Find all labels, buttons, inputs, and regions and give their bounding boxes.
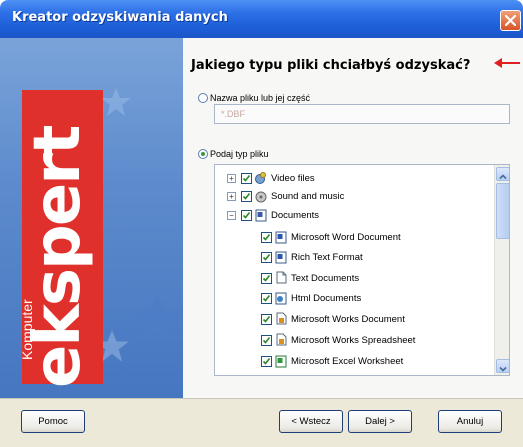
- tree-item-works-document[interactable]: Microsoft Works Document: [215, 310, 493, 328]
- tree-item-video-files[interactable]: + Video files: [215, 169, 493, 187]
- works-sheet-icon: [276, 333, 287, 346]
- works-doc-icon: [276, 312, 287, 325]
- documents-icon: [255, 209, 267, 222]
- tree-item-works-spreadsheet[interactable]: Microsoft Works Spreadsheet: [215, 331, 493, 349]
- checkmark-icon: [262, 358, 271, 365]
- close-icon: [505, 15, 516, 26]
- scroll-up-button[interactable]: [496, 167, 509, 181]
- tree-item-label: Documents: [271, 210, 320, 221]
- rtf-icon: [275, 251, 287, 264]
- expand-icon[interactable]: +: [227, 174, 236, 183]
- tree-item-label: Text Documents: [291, 273, 360, 284]
- file-name-field[interactable]: *.DBF: [214, 104, 510, 124]
- checkbox[interactable]: [261, 232, 272, 243]
- scroll-thumb[interactable]: [496, 183, 509, 239]
- tree-item-text-documents[interactable]: Text Documents: [215, 269, 493, 287]
- checkbox[interactable]: [261, 356, 272, 367]
- brand-logo-text: ekspert: [21, 126, 95, 388]
- tree-item-label: Rich Text Format: [291, 252, 363, 263]
- checkmark-icon: [242, 212, 251, 219]
- checkmark-icon: [242, 193, 251, 200]
- checkmark-icon: [242, 175, 251, 182]
- radio-file-name-label: Nazwa pliku lub jej część: [210, 93, 311, 103]
- html-doc-icon: [275, 292, 287, 305]
- checkmark-icon: [262, 254, 271, 261]
- video-icon: [255, 172, 266, 184]
- scroll-down-button[interactable]: [496, 359, 509, 373]
- tree-scrollbar[interactable]: [494, 165, 509, 375]
- checkbox[interactable]: [261, 273, 272, 284]
- checkbox[interactable]: [241, 210, 252, 221]
- footer-divider: [0, 398, 523, 399]
- chevron-down-icon: [499, 366, 507, 372]
- tree-item-label: Video files: [271, 173, 315, 184]
- help-button[interactable]: Pomoc: [21, 410, 85, 433]
- checkmark-icon: [262, 295, 271, 302]
- expand-icon[interactable]: +: [227, 192, 236, 201]
- red-arrow-icon: [494, 58, 520, 68]
- next-button[interactable]: Dalej >: [348, 410, 412, 433]
- checkbox[interactable]: [241, 191, 252, 202]
- tree-item-label: Microsoft Works Spreadsheet: [291, 335, 416, 346]
- tree-item-label: Microsoft Works Document: [291, 314, 405, 325]
- back-button[interactable]: < Wstecz: [279, 410, 343, 433]
- close-button[interactable]: [500, 10, 521, 31]
- tree-item-rich-text-format[interactable]: Rich Text Format: [215, 248, 493, 266]
- checkbox[interactable]: [241, 173, 252, 184]
- page-heading: Jakiego typu pliki chciałbyś odzyskać?: [191, 58, 471, 73]
- tree-item-excel-worksheet[interactable]: Microsoft Excel Worksheet: [215, 352, 493, 370]
- tree-item-label: Sound and music: [271, 191, 345, 202]
- tree-item-label: Microsoft Excel Worksheet: [291, 356, 404, 367]
- radio-file-type-label: Podaj typ pliku: [210, 149, 269, 159]
- text-doc-icon: [276, 271, 287, 284]
- window-title: Kreator odzyskiwania danych: [12, 10, 228, 25]
- radio-file-type[interactable]: [198, 149, 208, 159]
- star-icon: [101, 88, 131, 116]
- tree-item-label: Html Documents: [291, 293, 362, 304]
- sound-icon: [255, 191, 267, 203]
- checkmark-icon: [262, 316, 271, 323]
- cancel-button[interactable]: Anuluj: [438, 410, 502, 433]
- brand-logo-subtext: Komputer: [19, 299, 35, 360]
- tree-item-sound-and-music[interactable]: + Sound and music: [215, 187, 493, 205]
- checkbox[interactable]: [261, 252, 272, 263]
- tree-item-word-document[interactable]: Microsoft Word Document: [215, 228, 493, 246]
- word-doc-icon: [275, 231, 287, 244]
- radio-file-name[interactable]: [198, 93, 208, 103]
- title-bar[interactable]: Kreator odzyskiwania danych: [0, 0, 523, 38]
- excel-icon: [275, 355, 287, 368]
- checkmark-icon: [262, 234, 271, 241]
- checkmark-icon: [262, 337, 271, 344]
- collapse-icon[interactable]: −: [227, 211, 236, 220]
- recovery-wizard-window: Kreator odzyskiwania danych ekspert Komp…: [0, 0, 523, 447]
- star-icon: [129, 293, 183, 345]
- checkbox[interactable]: [261, 335, 272, 346]
- tree-item-documents[interactable]: − Documents: [215, 206, 493, 224]
- tree-item-html-documents[interactable]: Html Documents: [215, 289, 493, 307]
- checkbox[interactable]: [261, 314, 272, 325]
- tree-item-label: Microsoft Word Document: [291, 232, 401, 243]
- file-type-tree[interactable]: + Video files + Sound and music − Docume…: [214, 164, 510, 376]
- checkbox[interactable]: [261, 293, 272, 304]
- chevron-up-icon: [499, 174, 507, 180]
- file-name-value: *.DBF: [221, 109, 246, 119]
- checkmark-icon: [262, 275, 271, 282]
